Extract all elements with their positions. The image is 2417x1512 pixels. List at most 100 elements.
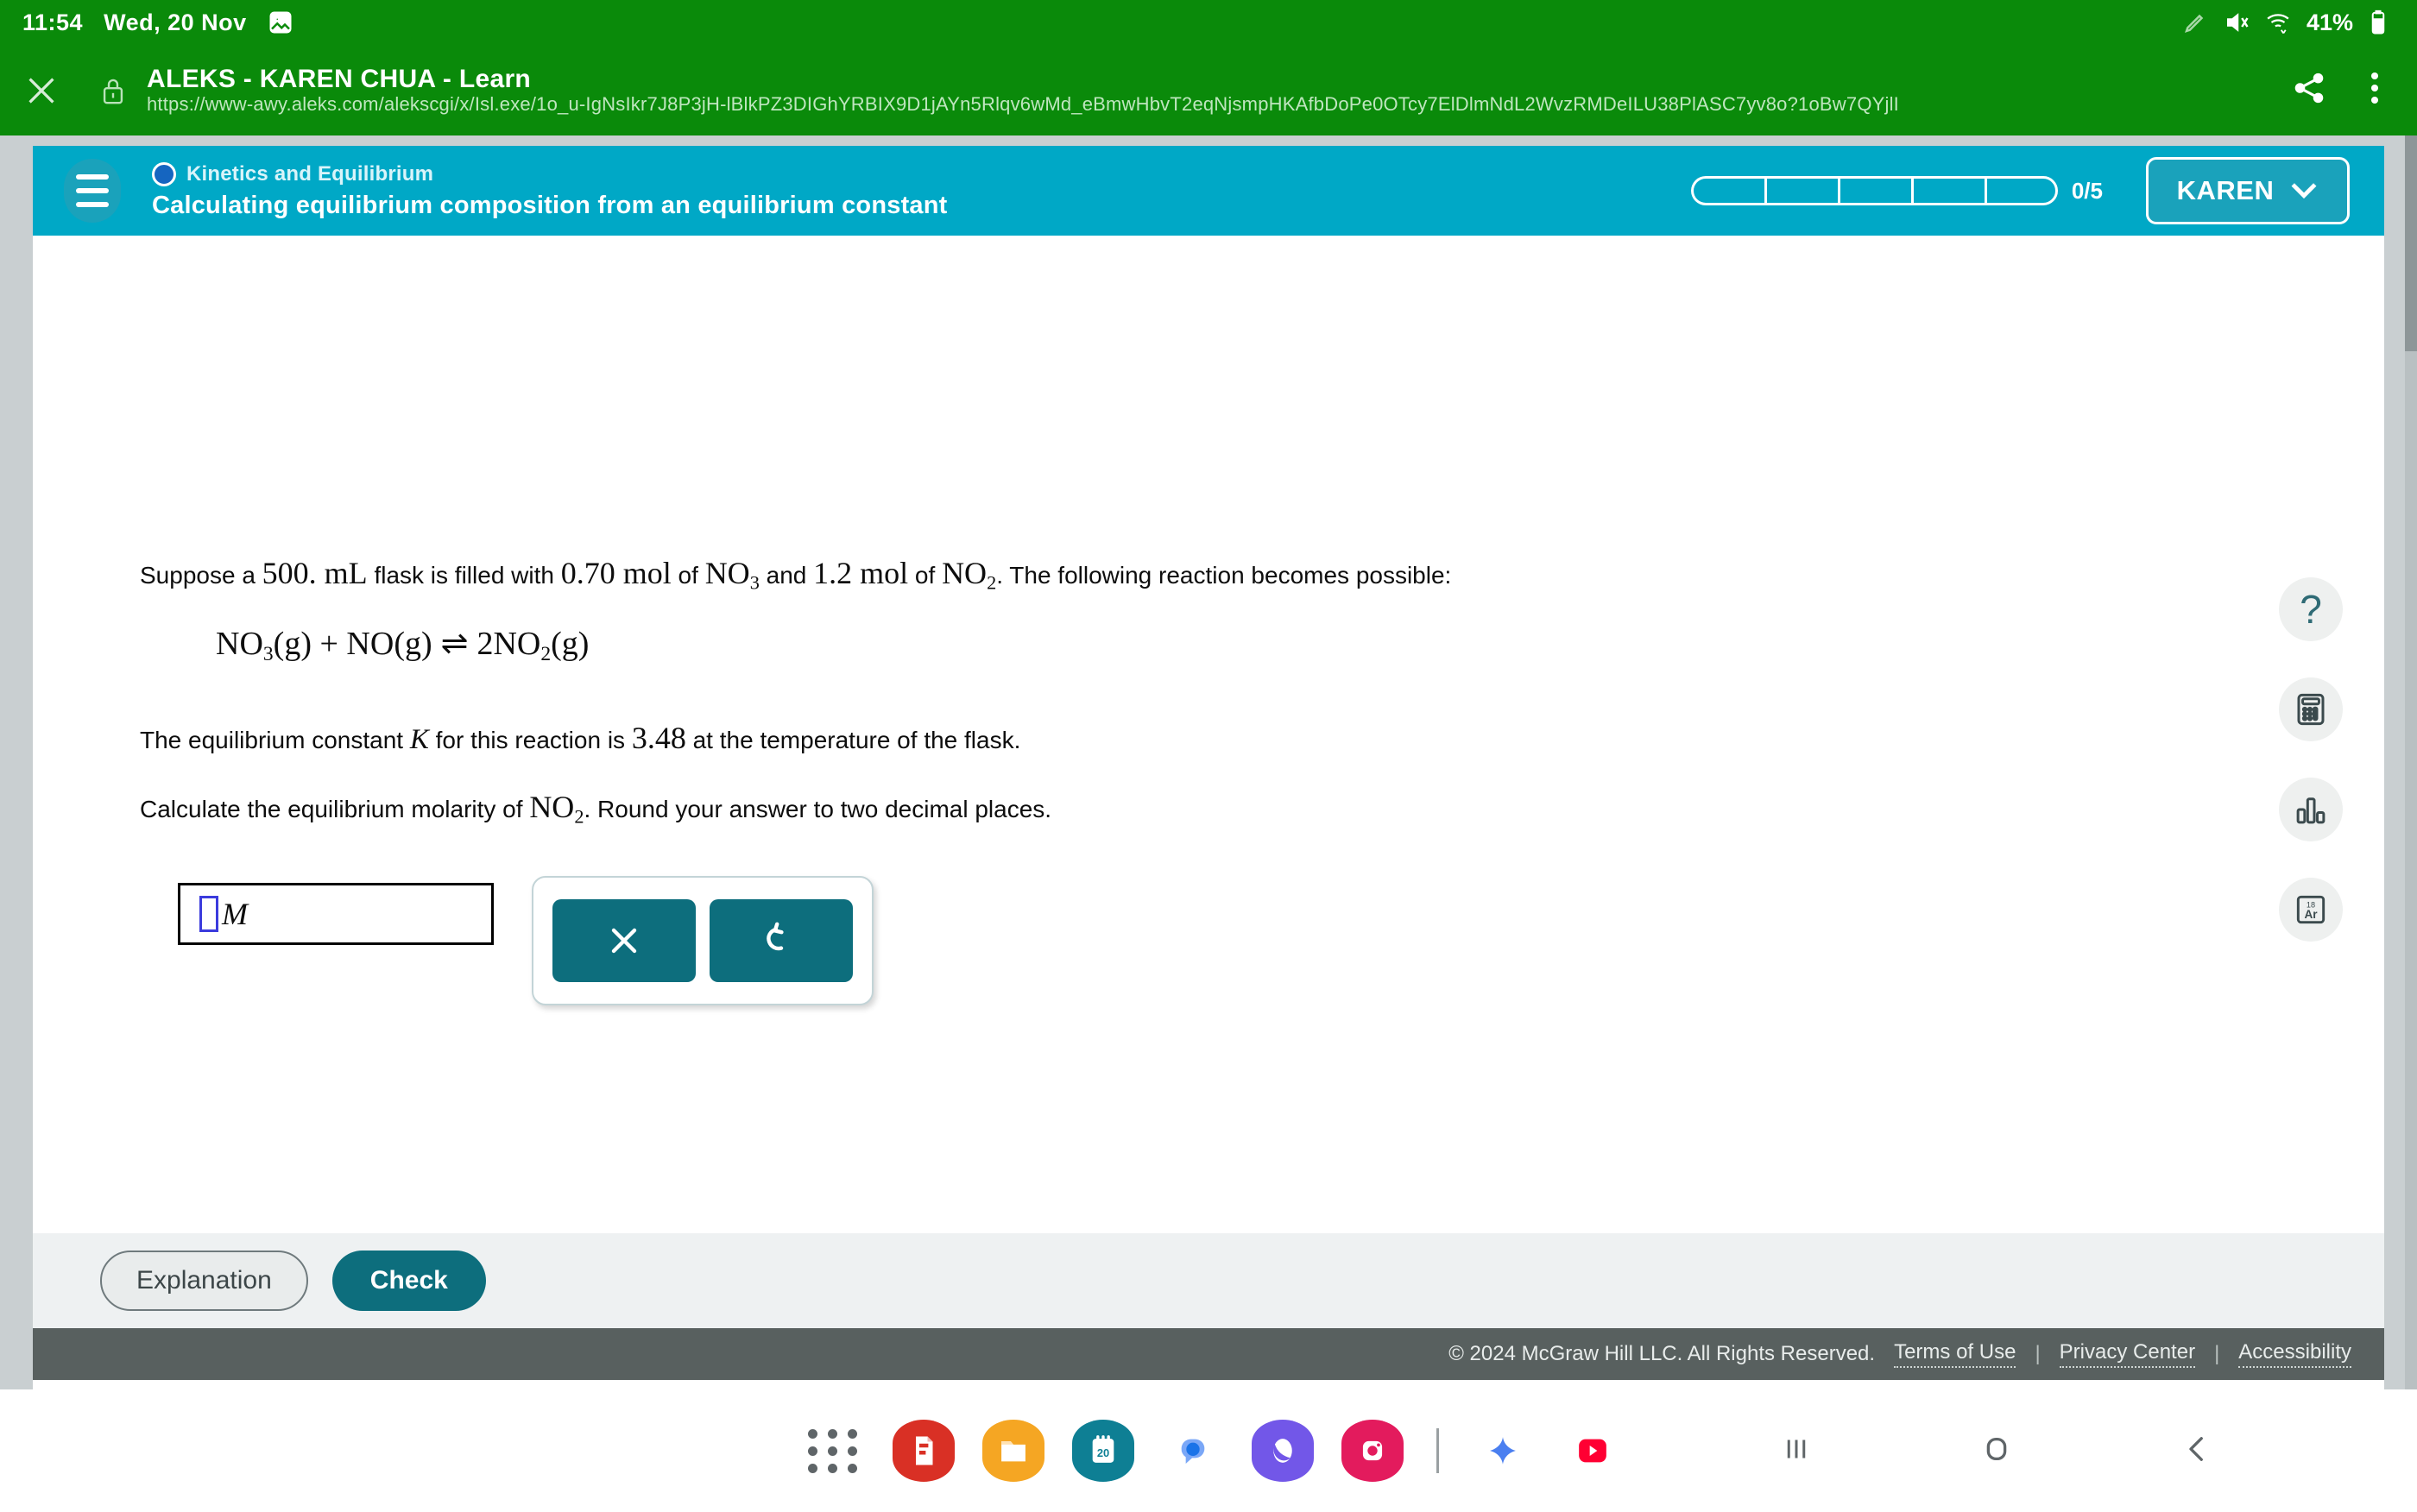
copyright-text: © 2024 McGraw Hill LLC. All Rights Reser… <box>1448 1342 1876 1365</box>
eq-equilibrium-arrow: ⇌ <box>440 626 469 662</box>
user-menu-button[interactable]: KAREN <box>2146 157 2350 224</box>
grid-dots <box>808 1425 860 1477</box>
q-amount2-value: 1.2 <box>813 556 853 590</box>
eq-reactant2-formula: NO <box>346 626 394 662</box>
action-bar: Explanation Check <box>33 1233 2384 1328</box>
q-amount2-unit: mol <box>852 556 909 590</box>
explanation-button[interactable]: Explanation <box>100 1251 308 1311</box>
calendar-app-icon[interactable]: 20 <box>1072 1420 1134 1482</box>
progress-segment <box>1837 176 1911 205</box>
messages-app-icon[interactable] <box>1162 1420 1224 1482</box>
page-title: ALEKS - KAREN CHUA - Learn <box>147 64 532 93</box>
eq-reactant1-subscript: 3 <box>262 643 274 666</box>
app-drawer-icon[interactable] <box>803 1420 865 1482</box>
topic-label: Kinetics and Equilibrium <box>186 161 434 186</box>
privacy-center-link[interactable]: Privacy Center <box>2059 1340 2196 1368</box>
youtube-app-icon[interactable] <box>1562 1420 1624 1482</box>
progress-segment <box>1984 176 2058 205</box>
q-species1-formula: NO <box>704 556 750 590</box>
help-glyph: ? <box>2300 587 2322 632</box>
progress-segment <box>1764 176 1838 205</box>
eq-product-subscript: 2 <box>540 643 552 666</box>
android-dock-area: 20 <box>0 1389 2417 1512</box>
check-button[interactable]: Check <box>331 1251 486 1311</box>
aleks-header: Kinetics and Equilibrium Calculating equ… <box>33 146 2384 236</box>
footer-separator: | <box>2214 1342 2220 1365</box>
q-species1-subscript: 3 <box>749 571 760 594</box>
q-text-part: The equilibrium constant <box>140 727 410 753</box>
copyright-footer: © 2024 McGraw Hill LLC. All Rights Reser… <box>33 1328 2384 1380</box>
question-line-1: Suppose a 500. mL flask is filled with 0… <box>140 552 1451 596</box>
question-line-2: The equilibrium constant K for this reac… <box>140 717 1020 759</box>
recents-icon[interactable] <box>1778 1431 1814 1471</box>
undo-button[interactable] <box>710 899 853 982</box>
back-icon[interactable] <box>2179 1431 2215 1471</box>
accessibility-link[interactable]: Accessibility <box>2238 1340 2351 1368</box>
q-text-part: of <box>908 562 943 589</box>
q-text-part: and <box>759 562 814 589</box>
terms-of-use-link[interactable]: Terms of Use <box>1894 1340 2016 1368</box>
instagram-app-icon[interactable] <box>1341 1420 1404 1482</box>
android-nav-bar <box>1778 1431 2215 1471</box>
progress-count: 0/5 <box>2071 177 2103 204</box>
objective-title: Calculating equilibrium composition from… <box>152 191 948 219</box>
browser-toolbar: ALEKS - KAREN CHUA - Learn https://www-a… <box>0 45 2417 135</box>
status-date: Wed, 20 Nov <box>104 9 247 35</box>
app-dock: 20 <box>803 1420 1624 1482</box>
help-icon[interactable]: ? <box>2279 577 2343 641</box>
android-status-bar: 11:54 Wed, 20 Nov 41% <box>0 0 2417 45</box>
pdf-app-icon[interactable] <box>893 1420 955 1482</box>
files-app-icon[interactable] <box>982 1420 1044 1482</box>
progress-indicator: 0/5 <box>1690 176 2103 205</box>
answer-input[interactable]: M <box>178 883 494 945</box>
eq-plus: + <box>311 626 347 662</box>
home-icon[interactable] <box>1978 1431 2015 1471</box>
browser-actions <box>2291 70 2417 110</box>
eq-reactant-2: NO(g) <box>346 626 432 662</box>
topic-row: Kinetics and Equilibrium <box>152 161 948 186</box>
dock-divider <box>1436 1428 1439 1473</box>
q-species1: NO3 <box>704 556 760 594</box>
volume-muted-icon <box>2224 9 2250 35</box>
header-texts: Kinetics and Equilibrium Calculating equ… <box>152 161 948 220</box>
page-url: https://www-awy.aleks.com/alekscgi/x/Isl… <box>147 93 1899 116</box>
topic-status-icon <box>152 161 176 186</box>
footer-separator: | <box>2035 1342 2041 1365</box>
gallery-app-icon[interactable] <box>1252 1420 1314 1482</box>
calculator-icon[interactable] <box>2279 677 2343 741</box>
q-species2-subscript: 2 <box>987 571 997 594</box>
battery-icon <box>2369 9 2395 35</box>
eq-product-state: (g) <box>551 626 590 662</box>
status-bar-right: 41% <box>2182 9 2395 36</box>
eq-reactant2-state: (g) <box>394 626 432 662</box>
scrollbar-thumb[interactable] <box>2405 135 2417 351</box>
text-cursor <box>199 896 218 932</box>
page-viewport: Kinetics and Equilibrium Calculating equ… <box>0 135 2417 1418</box>
periodic-table-icon[interactable]: 18 Ar <box>2279 878 2343 942</box>
progress-segment <box>1690 176 1764 205</box>
aleks-app-window: Kinetics and Equilibrium Calculating equ… <box>33 146 2384 1418</box>
q-constant-symbol: K <box>409 724 429 755</box>
progress-bar <box>1690 176 2058 205</box>
page-scrollbar[interactable] <box>2405 135 2417 1389</box>
q-text-part: at the temperature of the flask. <box>685 727 1021 753</box>
progress-segment <box>1910 176 1985 205</box>
share-icon[interactable] <box>2291 70 2327 110</box>
close-tab-button[interactable] <box>0 71 83 110</box>
image-icon <box>268 9 293 35</box>
status-bar-left: 11:54 Wed, 20 Nov <box>22 9 293 36</box>
q-volume-value: 500. <box>262 556 317 590</box>
q-text-part: flask is filled with <box>367 562 561 589</box>
q-constant-value: 3.48 <box>631 721 686 755</box>
gemini-app-icon[interactable] <box>1472 1420 1534 1482</box>
q-text-part: Calculate the equilibrium molarity of <box>140 796 530 822</box>
battery-percent: 41% <box>2306 9 2353 35</box>
address-bar[interactable]: ALEKS - KAREN CHUA - Learn https://www-a… <box>143 65 2291 117</box>
clear-answer-button[interactable] <box>552 899 696 982</box>
more-options-icon[interactable] <box>2369 70 2381 110</box>
menu-button[interactable] <box>64 159 121 223</box>
data-chart-icon[interactable] <box>2279 778 2343 841</box>
eq-reactant1-formula: NO <box>216 626 263 662</box>
eq-product: 2NO2(g) <box>476 626 590 666</box>
q-text-part: of <box>671 562 705 589</box>
